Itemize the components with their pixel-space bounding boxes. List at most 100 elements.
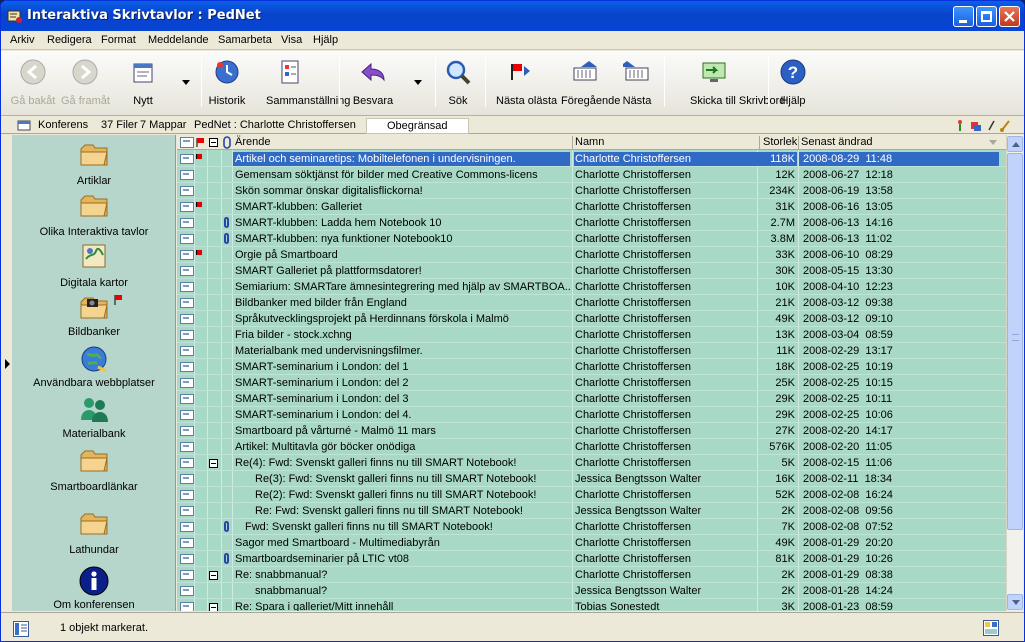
header-envelope-icon[interactable] — [180, 137, 194, 148]
collapse-thread-icon[interactable] — [209, 459, 218, 468]
sidebar-item-lathundar[interactable]: Lathundar — [12, 508, 175, 556]
menu-redigera[interactable]: Redigera — [47, 34, 92, 46]
row-subject: SMART-seminarium i London: del 3 — [235, 393, 409, 405]
table-row[interactable]: Bildbanker med bilder från England Charlo… — [177, 295, 1006, 311]
table-row[interactable]: Sagor med Smartboard - Multimediabyrån Ch… — [177, 535, 1006, 551]
menu-format[interactable]: Format — [101, 34, 136, 46]
table-row[interactable]: Språkutvecklingsprojekt på Herdinnans fö… — [177, 311, 1006, 327]
table-row[interactable]: Re(4): Fwd: Svenskt galleri finns nu til… — [177, 455, 1006, 471]
sidebar-item-anvandbara-webbplatser[interactable]: Användbara webbplatser — [12, 343, 175, 391]
table-row[interactable]: SMART-seminarium i London: del 3 Charlott… — [177, 391, 1006, 407]
row-subject: SMART-klubben: Galleriet — [235, 201, 362, 213]
row-date: 2008-02-08 16:24 — [803, 489, 893, 501]
sidebar-item-om-konferensen[interactable]: Om konferensen — [12, 565, 175, 611]
table-row[interactable]: Skön sommar önskar digitalisflickorna! Ch… — [177, 183, 1006, 199]
view-toggle-icon[interactable] — [983, 620, 999, 636]
table-row[interactable]: SMART-seminarium i London: del 4. Charlot… — [177, 407, 1006, 423]
menu-samarbeta[interactable]: Samarbeta — [218, 34, 272, 46]
table-row[interactable]: snabbmanual? Jessica Bengtsson Walter 2K 20… — [177, 583, 1006, 599]
collapse-thread-icon[interactable] — [209, 571, 218, 580]
sidebar-item-olika-interaktiva-tavlor[interactable]: Olika Interaktiva tavlor — [12, 190, 175, 238]
table-row[interactable]: SMART Galleriet på plattformsdatorer! Cha… — [177, 263, 1006, 279]
table-row[interactable]: Fwd: Svenskt galleri finns nu till SMART… — [177, 519, 1006, 535]
collapse-thread-icon[interactable] — [209, 603, 218, 611]
new-dropdown-arrow[interactable] — [182, 80, 190, 85]
summary-button[interactable]: Sammanställning — [266, 53, 350, 113]
scroll-up-button[interactable] — [1007, 136, 1023, 152]
header-attachment-icon[interactable] — [223, 136, 231, 149]
table-row[interactable]: Fria bilder - stock.xchng Charlotte Chris… — [177, 327, 1006, 343]
column-size[interactable]: Storlek — [763, 136, 797, 148]
table-row[interactable]: Re: Spara i galleriet/Mitt innehåll Tobia… — [177, 599, 1006, 611]
new-button[interactable]: Nytt — [129, 53, 157, 113]
row-subject: SMART-klubben: nya funktioner Notebook10 — [235, 233, 453, 245]
panel-toggle-icon[interactable] — [13, 621, 29, 637]
close-icon — [1004, 11, 1015, 22]
table-row[interactable]: Re: Fwd: Svenskt galleri finns nu till S… — [177, 503, 1006, 519]
next-button[interactable]: Nästa — [623, 53, 651, 113]
column-subject[interactable]: Ärende — [235, 136, 270, 148]
title-bar[interactable]: Interaktiva Skrivtavlor : PedNet — [1, 1, 1024, 31]
reply-dropdown-arrow[interactable] — [414, 80, 422, 85]
sidebar-item-digitala-kartor[interactable]: Digitala kartor — [12, 241, 175, 289]
sidebar-item-smartboardlankar[interactable]: Smartboardlänkar — [12, 445, 175, 493]
table-row[interactable]: SMART-klubben: Ladda hem Notebook 10 Char… — [177, 215, 1006, 231]
infobar-tools-icon[interactable] — [955, 119, 1019, 132]
table-row[interactable]: SMART-klubben: nya funktioner Notebook10… — [177, 231, 1006, 247]
table-row[interactable]: Gemensam söktjänst för bilder med Creati… — [177, 167, 1006, 183]
forward-button[interactable]: Gå framåt — [61, 53, 110, 113]
maximize-button[interactable] — [976, 6, 997, 27]
table-row[interactable]: Smartboardseminarier på LTIC vt08 Charlot… — [177, 551, 1006, 567]
table-row[interactable]: Smartboard på vårturné - Malmö 11 mars Ch… — [177, 423, 1006, 439]
users-icon — [81, 398, 108, 422]
row-size: 52K — [775, 489, 795, 501]
scroll-down-button[interactable] — [1007, 594, 1023, 610]
sidebar-splitter[interactable] — [1, 135, 12, 611]
help-button[interactable]: ? Hjälp — [779, 53, 807, 113]
table-row[interactable]: Semiarium: SMARTare ämnesintegrering med… — [177, 279, 1006, 295]
reply-icon — [361, 62, 385, 82]
row-size: 2.7M — [770, 217, 795, 229]
search-button[interactable]: Sök — [444, 53, 472, 113]
menu-meddelande[interactable]: Meddelande — [148, 34, 209, 46]
sidebar-item-artiklar[interactable]: Artiklar — [12, 139, 175, 187]
envelope-icon — [180, 586, 194, 596]
menu-visa[interactable]: Visa — [281, 34, 302, 46]
column-date[interactable]: Senast ändrad — [801, 136, 873, 148]
send-to-desktop-button[interactable]: Skicka till Skrivbord — [690, 53, 785, 113]
table-row[interactable]: Artikel och seminaretips: Mobiltelefonen… — [177, 151, 1006, 167]
vertical-scrollbar[interactable] — [1006, 135, 1023, 611]
app-icon — [7, 10, 22, 23]
table-row[interactable]: Re(3): Fwd: Svenskt galleri finns nu til… — [177, 471, 1006, 487]
previous-button[interactable]: Föregående — [561, 53, 620, 113]
next-unread-button[interactable]: Nästa olästa — [496, 53, 557, 113]
search-icon — [446, 60, 471, 85]
status-text: 1 objekt markerat. — [60, 622, 149, 634]
table-row[interactable]: SMART-seminarium i London: del 1 Charlott… — [177, 359, 1006, 375]
history-button[interactable]: Historik — [209, 53, 245, 113]
sidebar-item-bildbanker[interactable]: Bildbanker — [12, 292, 175, 340]
close-button[interactable] — [999, 6, 1020, 27]
row-name: Charlotte Christoffersen — [575, 441, 691, 453]
header-flag-icon[interactable] — [196, 137, 205, 148]
minimize-button[interactable] — [953, 6, 974, 27]
menu-hjalp[interactable]: Hjälp — [313, 34, 338, 46]
table-row[interactable]: Re(2): Fwd: Svenskt galleri finns nu til… — [177, 487, 1006, 503]
table-row[interactable]: Artikel: Multitavla gör böcker onödiga Ch… — [177, 439, 1006, 455]
row-name: Charlotte Christoffersen — [575, 537, 691, 549]
table-row[interactable]: SMART-seminarium i London: del 2 Charlott… — [177, 375, 1006, 391]
envelope-icon — [180, 186, 194, 196]
header-thread-icon[interactable] — [209, 138, 218, 147]
column-name[interactable]: Namn — [575, 136, 604, 148]
menu-arkiv[interactable]: Arkiv — [10, 34, 34, 46]
reply-button[interactable]: Besvara — [353, 53, 393, 113]
table-row[interactable]: Materialbank med undervisningsfilmer. Cha… — [177, 343, 1006, 359]
table-row[interactable]: Orgie på Smartboard Charlotte Christoffer… — [177, 247, 1006, 263]
row-name: Charlotte Christoffersen — [575, 185, 691, 197]
scroll-thumb[interactable] — [1007, 153, 1023, 530]
back-button[interactable]: Gå bakåt — [11, 53, 55, 113]
sidebar-item-materialbank[interactable]: Materialbank — [12, 394, 175, 442]
table-row[interactable]: SMART-klubben: Galleriet Charlotte Christ… — [177, 199, 1006, 215]
row-name: Charlotte Christoffersen — [575, 393, 691, 405]
table-row[interactable]: Re: snabbmanual? Charlotte Christoffersen… — [177, 567, 1006, 583]
